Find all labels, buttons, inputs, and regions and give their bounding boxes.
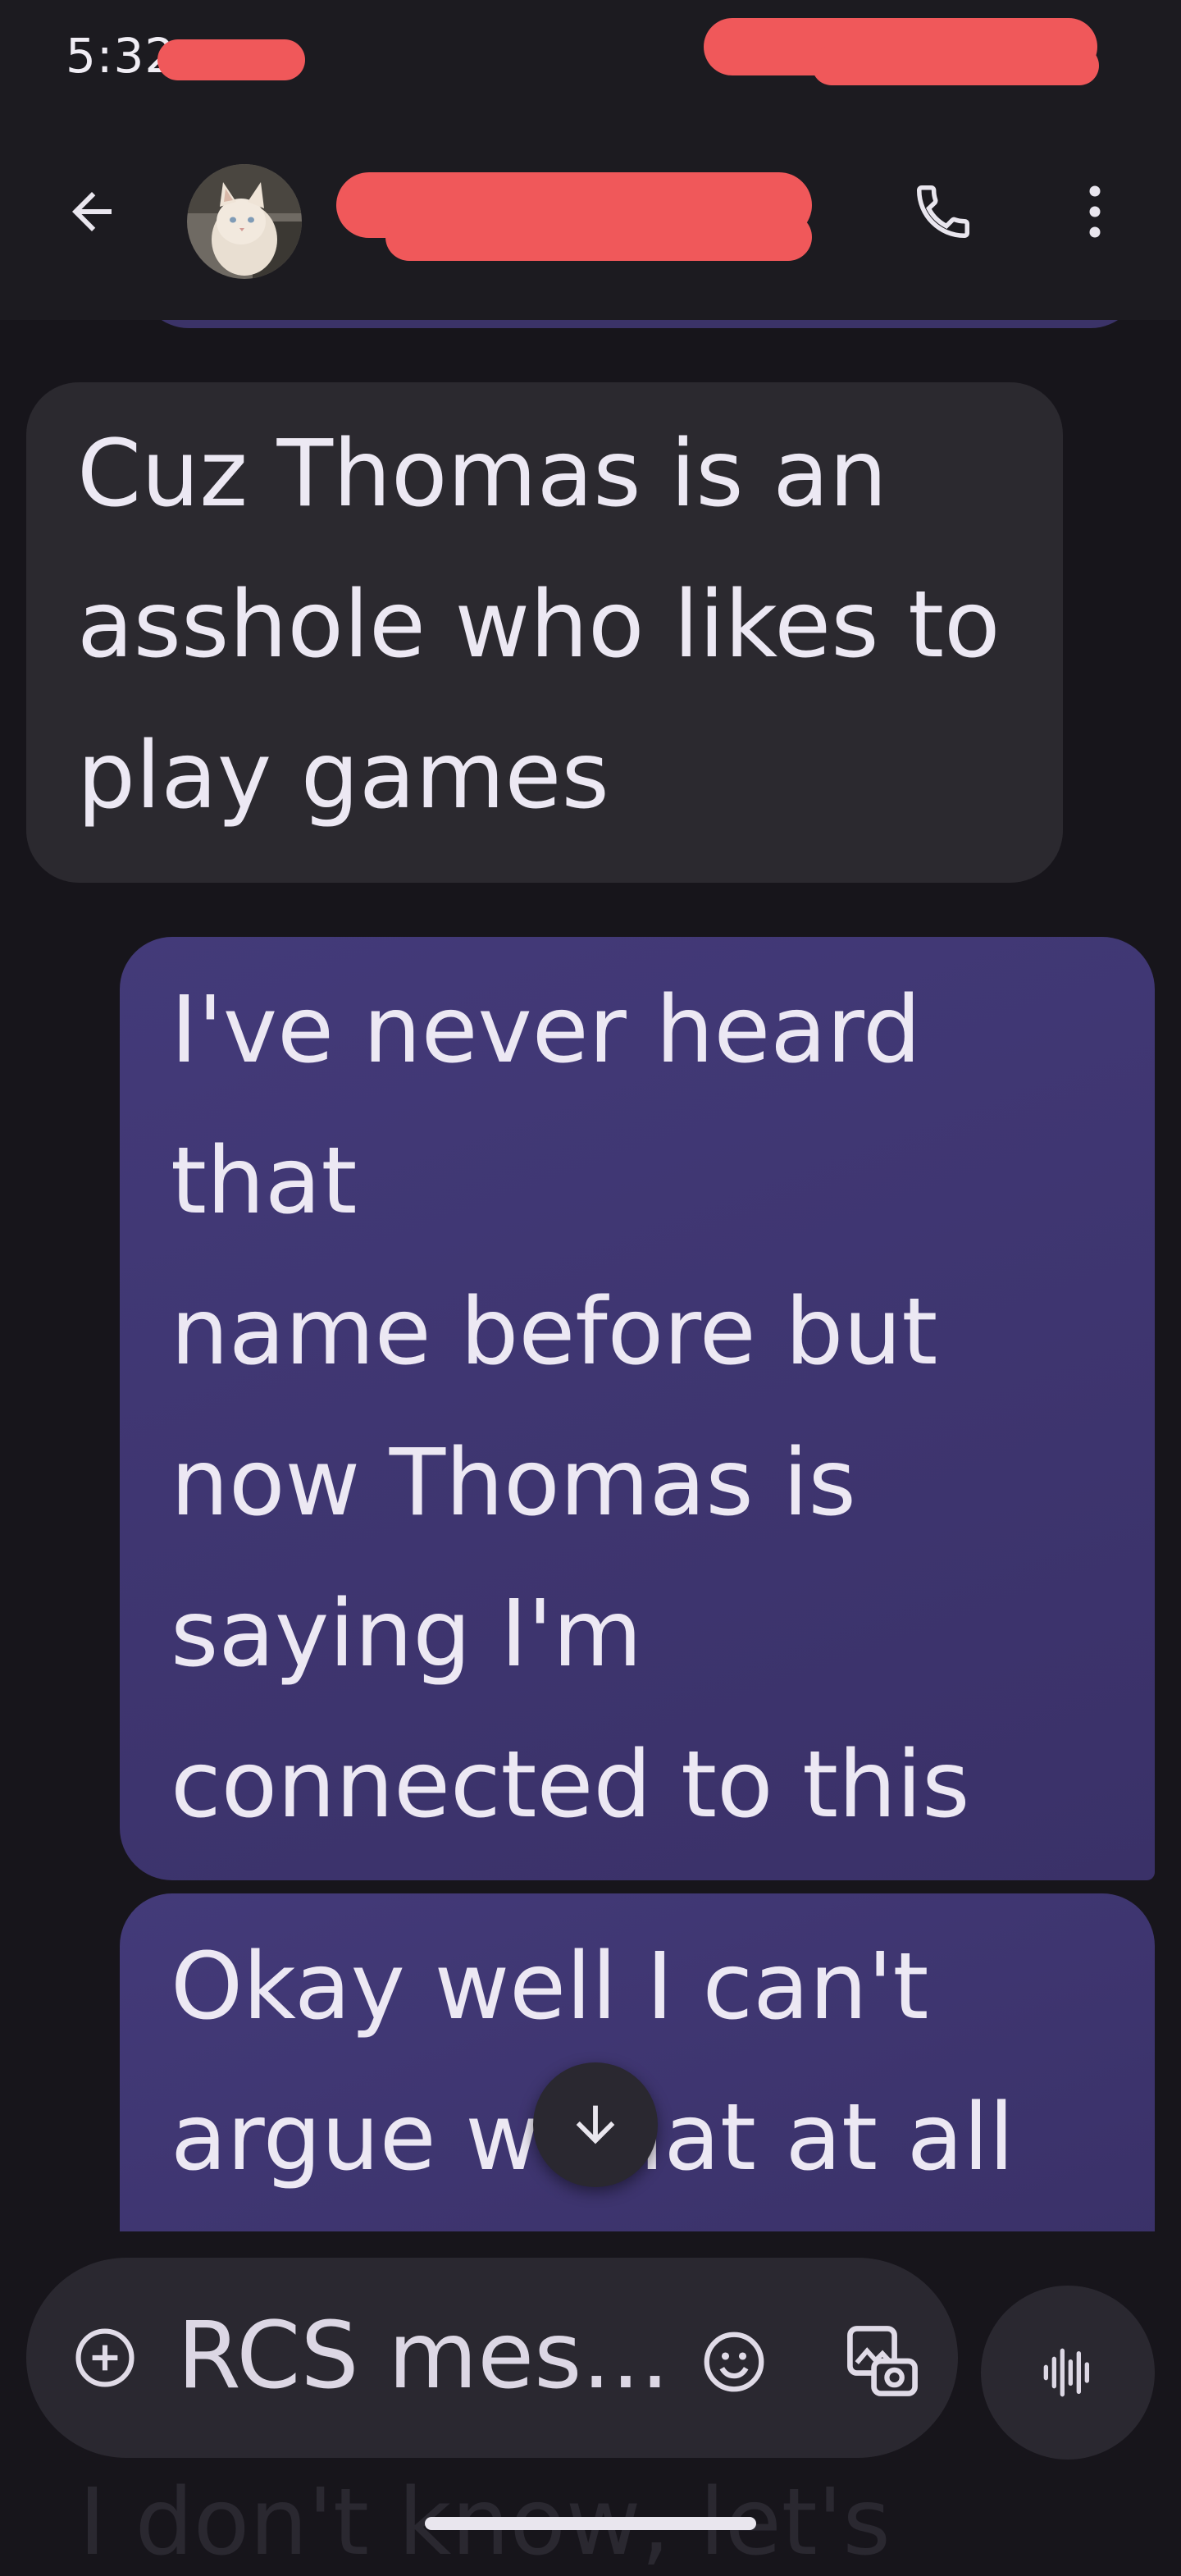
emoji-button[interactable] [689,2317,779,2407]
conversation-app-bar [0,123,1181,320]
status-bar: 5:32 [0,0,1181,123]
gallery-icon [847,2326,918,2396]
message-input[interactable]: RCS mes... [177,2291,686,2422]
message-list[interactable]: Cuz Thomas is an asshole who likes to pl… [0,320,1181,2231]
back-button[interactable] [51,171,133,253]
call-button[interactable] [902,171,984,253]
voice-waveform-icon [1043,2348,1089,2397]
add-attachment-button[interactable] [64,2317,146,2399]
home-indicator [425,2517,756,2530]
redaction-status-right-2 [812,46,1099,85]
contact-avatar[interactable] [187,164,302,279]
arrow-down-icon [576,2105,615,2144]
scroll-to-bottom-button[interactable] [533,2062,658,2187]
more-options-button[interactable] [1058,171,1132,253]
emoji-icon [704,2332,764,2392]
message-bubble-received[interactable]: Cuz Thomas is an asshole who likes to pl… [26,382,1063,883]
cat-photo-icon [187,164,302,279]
more-vert-icon [1089,185,1101,238]
redaction-status-carrier [157,39,305,80]
message-bubble-sent[interactable]: Okay well I can't argue w that at all [120,1893,1155,2231]
voice-message-button[interactable] [981,2286,1155,2460]
previous-sent-bubble-edge [139,320,1140,328]
add-circle-icon [75,2328,135,2387]
message-bubble-sent[interactable]: I've never heard that name before but no… [120,937,1155,1989]
phone-icon [916,185,970,239]
arrow-back-icon [72,192,112,231]
gallery-button[interactable] [833,2312,932,2410]
redaction-contact-name-2 [385,213,812,261]
message-composer[interactable]: RCS mes... [26,2258,958,2458]
